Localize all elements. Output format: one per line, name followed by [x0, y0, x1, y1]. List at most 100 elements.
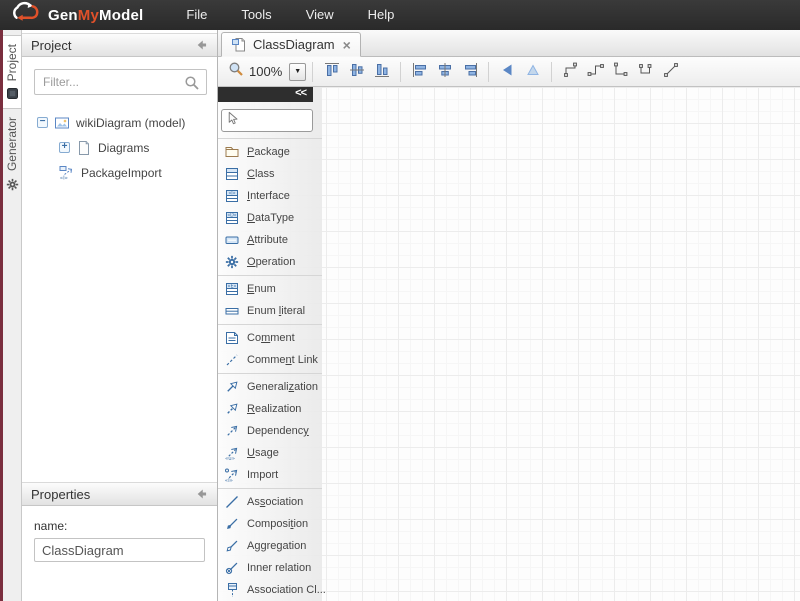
menu-view[interactable]: View [289, 0, 351, 30]
class-diagram-icon [231, 37, 247, 53]
flip-up-button[interactable] [520, 60, 545, 84]
palette-item-label: Enum literal [247, 305, 305, 317]
link-straight-button[interactable] [658, 60, 683, 84]
palette-item-label: Comment [247, 332, 295, 344]
palette-separator [218, 373, 322, 374]
palette-item-label: Aggregation [247, 540, 306, 552]
tree-item-label: wikiDiagram (model) [76, 116, 185, 130]
project-panel-header: Project [22, 33, 217, 57]
link-hook-button[interactable] [633, 60, 658, 84]
palette-item-label: Enum [247, 283, 276, 295]
zoom-dropdown-button[interactable]: ▼ [289, 63, 306, 81]
collapse-palette-button[interactable]: << [295, 87, 306, 99]
selection-tool-button[interactable] [221, 109, 313, 132]
zoom-control: 100% ▼ [228, 61, 306, 82]
align-left-button[interactable] [407, 60, 432, 84]
palette-item-dependency[interactable]: Dependency [218, 420, 322, 442]
project-panel: Project − wikiDiagram (model) + Diagrams «I»… [22, 33, 217, 185]
tree-item-diagrams[interactable]: + Diagrams [22, 135, 217, 160]
left-rail: Project Generator [0, 30, 22, 601]
palette-item-generalization[interactable]: Generalization [218, 376, 322, 398]
menu-file[interactable]: File [169, 0, 224, 30]
sidebar-tab-label: Generator [5, 117, 19, 171]
palette-item-class[interactable]: Class [218, 163, 322, 185]
palette-item-label: Package [247, 146, 290, 158]
align-right-button[interactable] [457, 60, 482, 84]
tree-expander-plus-icon[interactable]: + [59, 142, 70, 153]
toolbar-separator [488, 62, 489, 82]
link-zigzag-icon [587, 61, 605, 82]
palette-item-import[interactable]: «I»Import [218, 464, 322, 486]
generator-gear-icon [6, 178, 19, 191]
tree-item-label: PackageImport [81, 166, 162, 180]
filter-input[interactable] [34, 69, 207, 95]
palette-item-interface[interactable]: «I»Interface [218, 185, 322, 207]
menu-help[interactable]: Help [351, 0, 412, 30]
palette-item-association[interactable]: Association [218, 491, 322, 513]
diagram-tabbar: ClassDiagram × [218, 30, 800, 57]
link-hook-icon [637, 61, 655, 82]
tree-item-packageimport[interactable]: «I»PackageImport [22, 160, 217, 185]
align-top-button[interactable] [319, 60, 344, 84]
collapse-left-icon[interactable] [194, 38, 208, 52]
sidebar-tab-project[interactable]: Project [3, 35, 21, 109]
palette-item-package[interactable]: Package [218, 141, 322, 163]
palette-item-attribute[interactable]: Attribute [218, 229, 322, 251]
palette-item-inner-relation[interactable]: Inner relation [218, 557, 322, 579]
tree-item-label: Diagrams [98, 141, 149, 155]
align-middle-button[interactable] [344, 60, 369, 84]
palette-item-comment[interactable]: Comment [218, 327, 322, 349]
palette-item-enum-literal[interactable]: Enum literal [218, 300, 322, 322]
palette-list: Package Class«I»Interface«D»DataType Attri… [218, 138, 322, 601]
tool-palette: << Package Class«I»Interface«D»DataType At… [218, 87, 322, 601]
palette-item-comment-link[interactable]: Comment Link [218, 349, 322, 371]
tab-classdiagram[interactable]: ClassDiagram × [221, 32, 361, 57]
name-field-input[interactable] [34, 538, 205, 562]
palette-item-label: Composition [247, 518, 308, 530]
sidebar-tab-generator[interactable]: Generator [3, 109, 21, 200]
palette-item-label: Association [247, 496, 303, 508]
toolbar-separator [551, 62, 552, 82]
palette-header: << [218, 87, 313, 102]
link-elbow-button[interactable] [558, 60, 583, 84]
link-corner-button[interactable] [608, 60, 633, 84]
left-panel: Project − wikiDiagram (model) + Diagrams «I»… [22, 30, 218, 601]
filter-box [34, 69, 207, 95]
palette-item-composition[interactable]: Composition [218, 513, 322, 535]
menubar-menus: FileToolsViewHelp [169, 0, 411, 30]
tree-item-wikidiagram-model[interactable]: − wikiDiagram (model) [22, 110, 217, 135]
search-icon [184, 75, 200, 96]
diagram-toolbar: 100% ▼ [218, 57, 800, 87]
palette-item-label: Attribute [247, 234, 288, 246]
align-center-button[interactable] [432, 60, 457, 84]
genmymodel-cloud-icon [9, 1, 43, 29]
align-middle-icon [348, 61, 366, 82]
menu-tools[interactable]: Tools [224, 0, 288, 30]
properties-panel: Properties name: [22, 482, 217, 601]
palette-item-usage[interactable]: «u»Usage [218, 442, 322, 464]
palette-item-operation[interactable]: Operation [218, 251, 322, 273]
tab-close-icon[interactable]: × [343, 38, 351, 52]
palette-item-association-cl[interactable]: Association Cl... [218, 579, 322, 601]
inner-relation-icon [223, 560, 240, 577]
package-icon [223, 144, 240, 161]
attribute-icon [223, 232, 240, 249]
project-panel-title: Project [31, 38, 71, 53]
palette-item-realization[interactable]: Realization [218, 398, 322, 420]
cursor-icon [225, 111, 240, 131]
palette-item-label: Import [247, 469, 278, 481]
diagram-canvas[interactable]: << Package Class«I»Interface«D»DataType At… [218, 87, 800, 601]
align-bottom-button[interactable] [369, 60, 394, 84]
tree-expander-minus-icon[interactable]: − [37, 117, 48, 128]
flip-left-button[interactable] [495, 60, 520, 84]
zoom-level: 100% [249, 64, 282, 79]
magnifier-icon [228, 61, 244, 82]
palette-item-aggregation[interactable]: Aggregation [218, 535, 322, 557]
palette-item-datatype[interactable]: «D»DataType [218, 207, 322, 229]
app-logo[interactable]: GenMyModel [0, 1, 143, 29]
generalization-icon [223, 379, 240, 396]
palette-item-enum[interactable]: «E»Enum [218, 278, 322, 300]
align-bottom-icon [373, 61, 391, 82]
link-zigzag-button[interactable] [583, 60, 608, 84]
collapse-left-icon[interactable] [194, 487, 208, 501]
